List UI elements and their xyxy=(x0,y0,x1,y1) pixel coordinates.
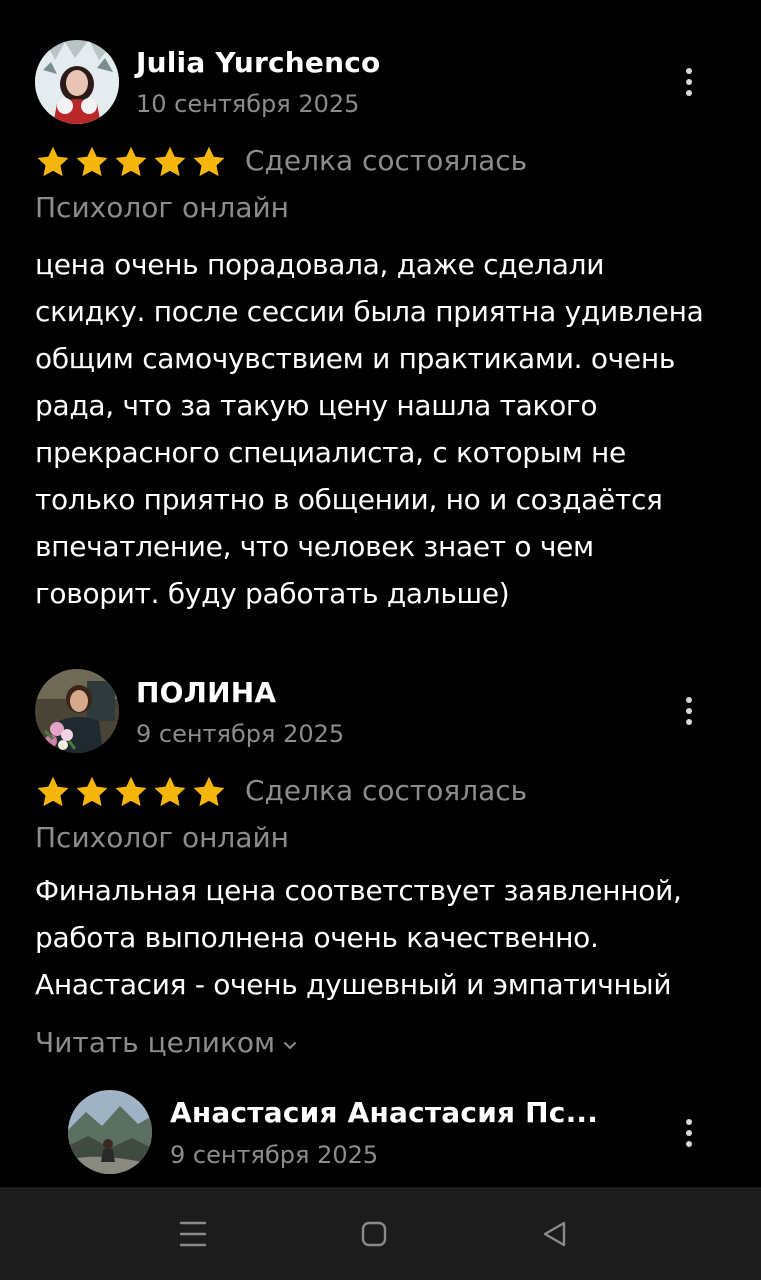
recents-button[interactable] xyxy=(168,1209,218,1259)
more-vertical-icon xyxy=(686,1119,692,1125)
home-icon xyxy=(361,1221,387,1247)
more-options-button[interactable] xyxy=(677,1113,701,1153)
review-date: 9 сентября 2025 xyxy=(170,1141,379,1169)
back-button[interactable] xyxy=(530,1209,580,1259)
recents-icon xyxy=(179,1221,207,1247)
back-icon xyxy=(543,1221,566,1247)
author-name[interactable]: Анастасия Анастасия Пс... xyxy=(170,1096,598,1129)
avatar[interactable] xyxy=(68,1090,152,1174)
system-navigation-bar xyxy=(0,1187,761,1280)
home-button[interactable] xyxy=(349,1209,399,1259)
reviews-screen: Julia Yurchenco 10 сентября 2025 Сделка … xyxy=(0,0,761,1187)
seller-reply: Анастасия Анастасия Пс... 9 сентября 202… xyxy=(0,0,761,1187)
